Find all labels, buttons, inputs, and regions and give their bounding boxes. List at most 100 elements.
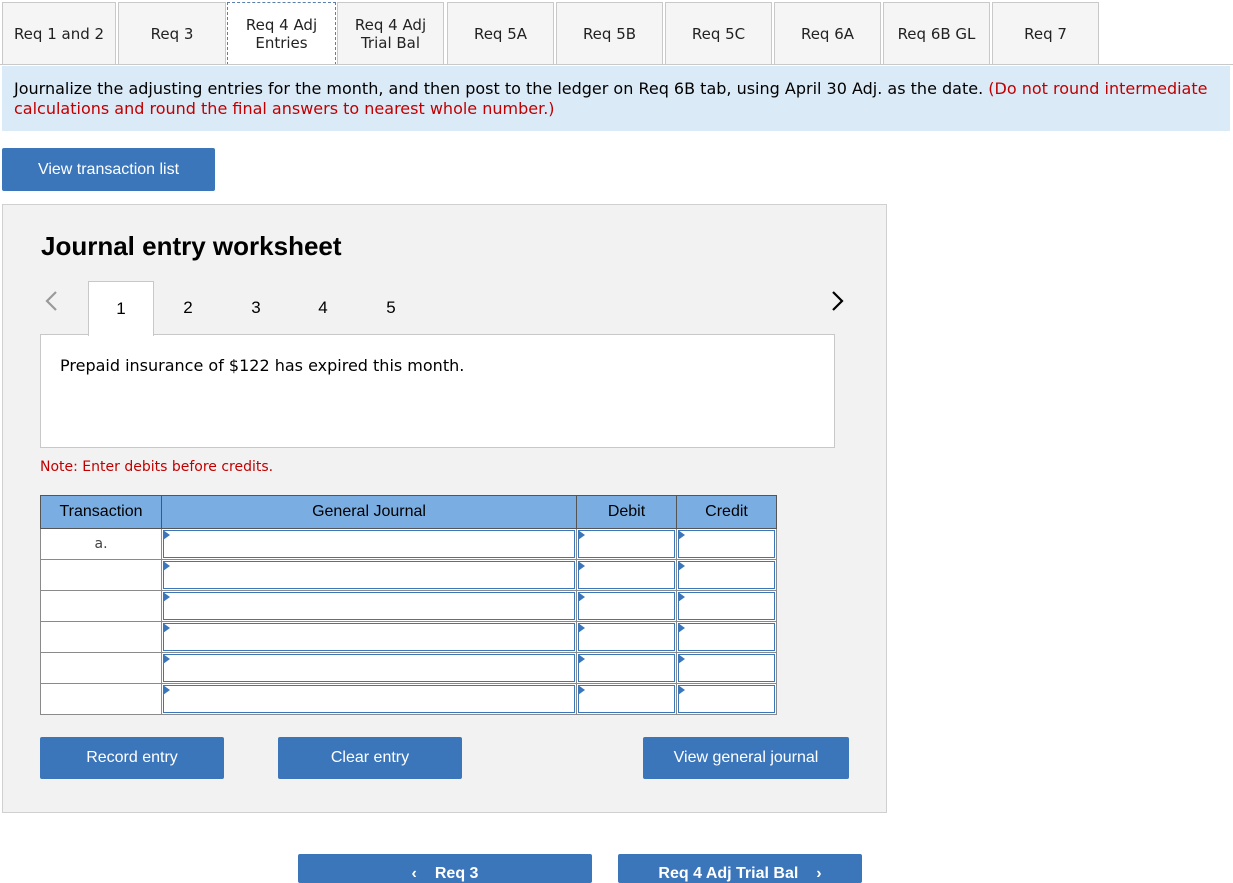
chevron-left-icon[interactable] xyxy=(41,289,61,313)
page-tab-3[interactable]: 3 xyxy=(223,281,289,335)
credit-cell xyxy=(676,652,777,684)
tab-req-4-adj-entries[interactable]: Req 4 Adj Entries xyxy=(227,2,336,65)
credit-input[interactable] xyxy=(678,654,775,682)
debit-input[interactable] xyxy=(578,561,675,589)
tab-req-5c[interactable]: Req 5C xyxy=(665,2,772,64)
tab-label: Req 5A xyxy=(473,24,528,43)
debit-credit-note: Note: Enter debits before credits. xyxy=(40,459,274,475)
table-row xyxy=(40,652,777,684)
account-cell xyxy=(161,590,577,622)
account-cell xyxy=(161,621,577,653)
credit-input[interactable] xyxy=(678,530,775,558)
page-tab-5[interactable]: 5 xyxy=(358,281,424,335)
worksheet-title: Journal entry worksheet xyxy=(41,231,342,261)
transaction-cell xyxy=(40,652,162,684)
page-tab-label: 5 xyxy=(386,298,396,317)
tab-label: Req 6B GL xyxy=(897,24,976,43)
table-row xyxy=(40,590,777,622)
view-general-journal-button[interactable]: View general journal xyxy=(643,737,849,779)
debit-cell xyxy=(576,590,677,622)
transaction-cell xyxy=(40,683,162,715)
account-select[interactable] xyxy=(163,654,575,682)
credit-input[interactable] xyxy=(678,623,775,651)
journal-entry-worksheet: Journal entry worksheet 1 2 3 4 5 Prepai… xyxy=(2,204,887,813)
table-row xyxy=(40,621,777,653)
debit-input[interactable] xyxy=(578,530,675,558)
tab-req-5b[interactable]: Req 5B xyxy=(556,2,663,64)
table-row: a. xyxy=(40,528,777,560)
tab-req-3[interactable]: Req 3 xyxy=(118,2,226,64)
tab-label: Req 6A xyxy=(800,24,855,43)
credit-input[interactable] xyxy=(678,685,775,713)
tab-label: Req 1 and 2 xyxy=(13,24,105,43)
debit-input[interactable] xyxy=(578,592,675,620)
page-tab-4[interactable]: 4 xyxy=(290,281,356,335)
credit-cell xyxy=(676,621,777,653)
credit-cell xyxy=(676,528,777,560)
tab-label: Req 3 xyxy=(150,24,194,43)
account-cell xyxy=(161,652,577,684)
tab-req-5a[interactable]: Req 5A xyxy=(447,2,554,64)
general-journal-table: Transaction General Journal Debit Credit… xyxy=(40,495,777,715)
tab-label: Req 5C xyxy=(691,24,746,43)
page-tab-label: 1 xyxy=(116,299,126,318)
description-text: Prepaid insurance of $122 has expired th… xyxy=(60,356,465,375)
debit-input[interactable] xyxy=(578,685,675,713)
instructions-text: Journalize the adjusting entries for the… xyxy=(14,79,989,98)
page-tab-1[interactable]: 1 xyxy=(88,281,154,336)
header-transaction: Transaction xyxy=(40,495,162,529)
account-select[interactable] xyxy=(163,592,575,620)
next-requirement-label: Req 4 Adj Trial Bal xyxy=(658,865,799,882)
debit-input[interactable] xyxy=(578,654,675,682)
debit-cell xyxy=(576,528,677,560)
header-credit: Credit xyxy=(676,495,777,529)
page-tab-2[interactable]: 2 xyxy=(155,281,221,335)
debit-cell xyxy=(576,621,677,653)
account-select[interactable] xyxy=(163,530,575,558)
account-select[interactable] xyxy=(163,685,575,713)
tab-label: Req 4 Adj Entries xyxy=(245,16,318,52)
table-header-row: Transaction General Journal Debit Credit xyxy=(40,495,777,529)
transaction-description: Prepaid insurance of $122 has expired th… xyxy=(40,334,835,448)
tab-req-6a[interactable]: Req 6A xyxy=(774,2,881,64)
chevron-right-icon: › xyxy=(816,865,822,882)
debit-cell xyxy=(576,652,677,684)
tab-req-7[interactable]: Req 7 xyxy=(992,2,1099,64)
record-entry-button[interactable]: Record entry xyxy=(40,737,224,779)
tab-req-4-adj-trial-bal[interactable]: Req 4 Adj Trial Bal xyxy=(337,2,444,64)
transaction-cell xyxy=(40,590,162,622)
tabs-divider xyxy=(0,64,1233,65)
debit-cell xyxy=(576,559,677,591)
credit-cell xyxy=(676,683,777,715)
table-row xyxy=(40,683,777,715)
transaction-cell: a. xyxy=(40,528,162,560)
prev-requirement-label: Req 3 xyxy=(434,865,479,882)
tab-req-1-and-2[interactable]: Req 1 and 2 xyxy=(2,2,116,64)
transaction-cell xyxy=(40,621,162,653)
account-cell xyxy=(161,528,577,560)
prev-requirement-button[interactable]: ‹ Req 3 xyxy=(298,854,592,883)
tab-label: Req 5B xyxy=(582,24,637,43)
header-debit: Debit xyxy=(576,495,677,529)
credit-cell xyxy=(676,559,777,591)
account-select[interactable] xyxy=(163,561,575,589)
transaction-cell xyxy=(40,559,162,591)
view-transaction-list-button[interactable]: View transaction list xyxy=(2,148,215,191)
table-row xyxy=(40,559,777,591)
credit-input[interactable] xyxy=(678,592,775,620)
header-general-journal: General Journal xyxy=(161,495,577,529)
account-select[interactable] xyxy=(163,623,575,651)
page-tab-label: 2 xyxy=(183,298,193,317)
tab-label: Req 7 xyxy=(1024,24,1067,43)
page-tab-label: 4 xyxy=(318,298,328,317)
tab-label: Req 4 Adj Trial Bal xyxy=(354,15,427,52)
tab-req-6b-gl[interactable]: Req 6B GL xyxy=(883,2,990,64)
chevron-left-icon: ‹ xyxy=(411,865,417,882)
credit-input[interactable] xyxy=(678,561,775,589)
next-requirement-button[interactable]: Req 4 Adj Trial Bal › xyxy=(618,854,862,883)
account-cell xyxy=(161,683,577,715)
clear-entry-button[interactable]: Clear entry xyxy=(278,737,462,779)
debit-input[interactable] xyxy=(578,623,675,651)
chevron-right-icon[interactable] xyxy=(828,289,848,313)
credit-cell xyxy=(676,590,777,622)
